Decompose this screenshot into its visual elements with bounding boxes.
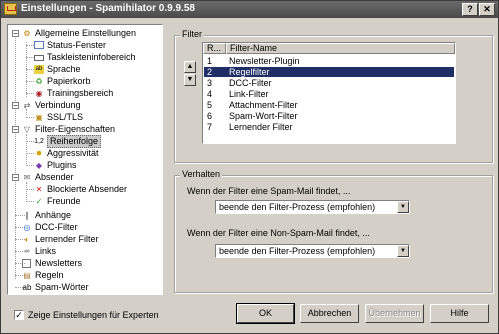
chevron-down-icon[interactable]: ▼ <box>397 201 409 213</box>
sender-icon: ✉ <box>23 173 31 182</box>
move-up-button[interactable]: ▲ <box>184 61 196 73</box>
close-button[interactable]: ✕ <box>479 3 495 16</box>
expert-settings-checkbox[interactable]: ✓ <box>14 310 24 320</box>
connection-icon: ⇄ <box>23 101 31 110</box>
filter-row[interactable]: 6 Spam-Wort-Filter <box>204 111 454 121</box>
nonspam-action-label: Wenn der Filter eine Non-Spam-Mail finde… <box>187 228 370 238</box>
expert-settings-label: Zeige Einstellungen für Experten <box>28 310 159 320</box>
column-header-name[interactable]: Filter-Name <box>226 43 455 54</box>
recycle-icon: ♻ <box>35 77 43 86</box>
collapse-toggle[interactable]: − <box>12 126 19 134</box>
collapse-toggle[interactable]: − <box>12 102 19 110</box>
help-button[interactable]: Hilfe <box>430 304 489 323</box>
cancel-button[interactable]: Abbrechen <box>300 304 359 323</box>
language-icon: ab <box>34 65 44 74</box>
newsletter-icon <box>22 259 31 268</box>
filter-icon: ▽ <box>23 125 31 134</box>
app-icon <box>4 3 17 15</box>
filter-group-label: Filter <box>180 29 204 39</box>
aggressivity-icon: ✹ <box>35 149 43 158</box>
arrow-up-icon: ▲ <box>186 63 194 70</box>
check-icon: ✓ <box>35 197 43 206</box>
apply-button[interactable]: Übernehmen <box>365 304 424 323</box>
title-bar: Einstellungen - Spamihilator 0.9.9.58 ? … <box>1 1 498 18</box>
collapse-toggle[interactable]: − <box>12 30 19 38</box>
blocked-icon: ✕ <box>35 185 43 194</box>
collapse-toggle[interactable]: − <box>12 174 19 182</box>
filter-row[interactable]: 7 Lernender Filter <box>204 122 454 132</box>
nonspam-action-select[interactable]: beende den Filter-Prozess (empfohlen) ▼ <box>215 244 410 258</box>
filter-row[interactable]: 2 Regelfilter <box>204 67 454 77</box>
window-icon <box>34 41 44 49</box>
spam-action-select[interactable]: beende den Filter-Prozess (empfohlen) ▼ <box>215 200 410 214</box>
lock-icon: ▣ <box>35 113 43 122</box>
settings-icon: ⚙ <box>23 29 31 38</box>
filter-row[interactable]: 5 Attachment-Filter <box>204 100 454 110</box>
settings-window: Einstellungen - Spamihilator 0.9.9.58 ? … <box>0 0 499 334</box>
dcc-icon: ◎ <box>23 223 31 232</box>
verhalten-group-label: Verhalten <box>180 169 223 179</box>
checkmark-icon: ✓ <box>15 310 23 320</box>
column-header-rank[interactable]: R... <box>203 43 226 54</box>
order-icon: 1,2 <box>34 138 44 145</box>
tray-icon <box>34 55 44 61</box>
ok-button[interactable]: OK <box>236 303 295 324</box>
move-down-button[interactable]: ▼ <box>184 74 196 86</box>
window-title: Einstellungen - Spamihilator 0.9.9.58 <box>21 3 195 14</box>
filter-list[interactable]: R... Filter-Name 1 Newsletter-Plugin 2 R… <box>202 42 456 144</box>
filter-row[interactable]: 3 DCC-Filter <box>204 78 454 88</box>
words-icon: ab <box>22 283 32 292</box>
help-title-button[interactable]: ? <box>462 3 478 16</box>
attachment-icon: ∥ <box>25 211 29 220</box>
settings-tree[interactable]: − − − − ⚙ Allgemeine Einstellungen Statu… <box>7 24 163 295</box>
learning-icon: ◐ <box>24 235 30 244</box>
arrow-down-icon: ▼ <box>186 76 194 83</box>
chevron-down-icon[interactable]: ▼ <box>397 245 409 257</box>
training-icon: ◉ <box>35 89 43 98</box>
filter-row[interactable]: 4 Link-Filter <box>204 89 454 99</box>
links-icon: ∞ <box>24 248 30 255</box>
filter-row[interactable]: 1 Newsletter-Plugin <box>204 56 454 66</box>
rules-icon: ▤ <box>23 271 31 280</box>
spam-action-label: Wenn der Filter eine Spam-Mail findet, .… <box>187 186 351 196</box>
plugins-icon: ◆ <box>35 161 43 170</box>
